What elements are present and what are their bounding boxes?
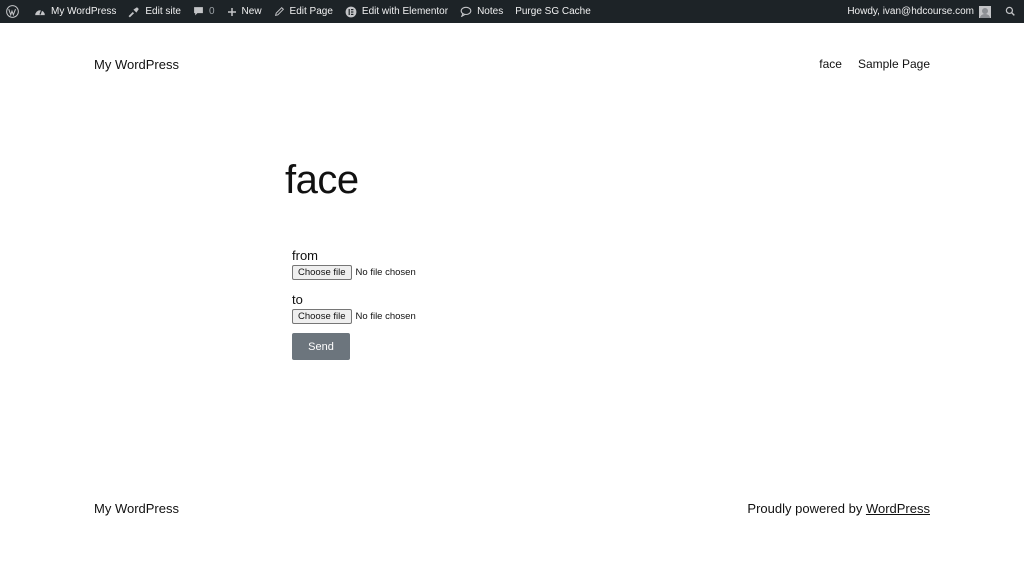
pencil-icon — [274, 6, 285, 17]
from-file-input: Choose file No file chosen — [292, 265, 416, 280]
edit-with-elementor-button[interactable]: Edit with Elementor — [339, 0, 454, 23]
to-choose-file-button[interactable]: Choose file — [292, 309, 352, 324]
wordpress-logo-button[interactable] — [0, 0, 28, 23]
account-menu[interactable]: Howdy, ivan@hdcourse.com — [841, 0, 997, 23]
to-file-input: Choose file No file chosen — [292, 309, 416, 324]
nav-item-face[interactable]: face — [819, 57, 842, 71]
purge-cache-button[interactable]: Purge SG Cache — [509, 0, 597, 23]
footer-credit-prefix: Proudly powered by — [747, 501, 866, 516]
purge-cache-label: Purge SG Cache — [515, 6, 591, 17]
from-label: from — [292, 248, 318, 263]
account-greeting: Howdy, ivan@hdcourse.com — [847, 6, 974, 17]
site-title[interactable]: My WordPress — [94, 57, 179, 72]
nav-item-sample-page[interactable]: Sample Page — [858, 57, 930, 71]
new-content-label: New — [241, 6, 262, 17]
to-file-status: No file chosen — [355, 311, 416, 322]
speech-bubble-icon — [460, 6, 472, 17]
avatar — [979, 5, 991, 18]
footer-credit: Proudly powered by WordPress — [747, 501, 930, 516]
notes-label: Notes — [477, 6, 504, 17]
admin-bar-site-name[interactable]: My WordPress — [28, 0, 122, 23]
edit-page-button[interactable]: Edit Page — [268, 0, 339, 23]
search-icon — [1005, 6, 1016, 17]
wordpress-logo-icon — [6, 5, 19, 18]
primary-navigation: face Sample Page — [819, 57, 930, 71]
from-file-status: No file chosen — [355, 267, 416, 278]
footer-site-title[interactable]: My WordPress — [94, 501, 179, 516]
comments-button[interactable]: 0 — [187, 0, 221, 23]
admin-bar-site-name-label: My WordPress — [51, 6, 117, 17]
admin-bar: My WordPress Edit site 0 New Edit Page E… — [0, 0, 1024, 23]
edit-site-label: Edit site — [145, 6, 181, 17]
from-choose-file-button[interactable]: Choose file — [292, 265, 352, 280]
admin-bar-search-button[interactable] — [997, 0, 1024, 23]
edit-site-button[interactable]: Edit site — [122, 0, 187, 23]
elementor-icon — [345, 6, 357, 18]
brush-icon — [128, 6, 140, 18]
comment-icon — [193, 6, 204, 17]
new-content-button[interactable]: New — [221, 0, 268, 23]
edit-with-elementor-label: Edit with Elementor — [361, 6, 449, 17]
to-label: to — [292, 292, 303, 307]
dashboard-icon — [34, 6, 46, 17]
footer-wordpress-link[interactable]: WordPress — [866, 501, 930, 516]
plus-icon — [227, 7, 237, 17]
send-button[interactable]: Send — [292, 333, 350, 360]
upload-form: from Choose file No file chosen to Choos… — [292, 248, 416, 360]
comments-count: 0 — [208, 6, 215, 17]
notes-button[interactable]: Notes — [454, 0, 509, 23]
page-title: face — [285, 158, 359, 202]
edit-page-label: Edit Page — [289, 6, 333, 17]
